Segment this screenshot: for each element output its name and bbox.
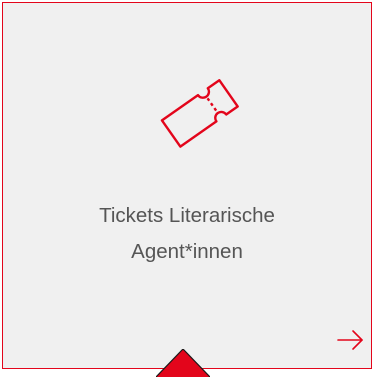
ticket-icon <box>160 79 239 148</box>
tile-title-line-1: Tickets Literarische <box>99 204 275 227</box>
active-pointer-triangle <box>156 349 210 377</box>
tickets-literary-agents-tile[interactable]: Tickets Literarische Agent*innen <box>2 2 372 369</box>
tile-title: Tickets Literarische Agent*innen <box>3 198 371 270</box>
tile-title-line-2: Agent*innen <box>131 240 243 263</box>
page: Tickets Literarische Agent*innen <box>0 0 378 377</box>
arrow-right-icon[interactable] <box>336 328 366 352</box>
